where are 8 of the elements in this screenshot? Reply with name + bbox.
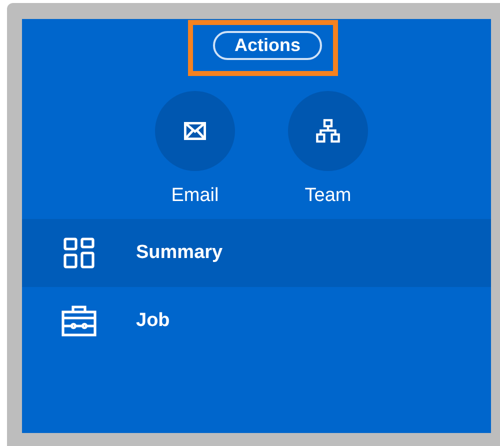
actions-button[interactable]: Actions (213, 30, 322, 60)
nav-item[interactable]: Summary (22, 219, 491, 287)
action-label: Team (304, 186, 352, 205)
org-chart-icon (316, 119, 340, 143)
action-label: Email (171, 186, 219, 205)
dashboard-icon (63, 237, 95, 269)
briefcase-icon (61, 305, 97, 337)
envelope-icon (184, 122, 206, 140)
